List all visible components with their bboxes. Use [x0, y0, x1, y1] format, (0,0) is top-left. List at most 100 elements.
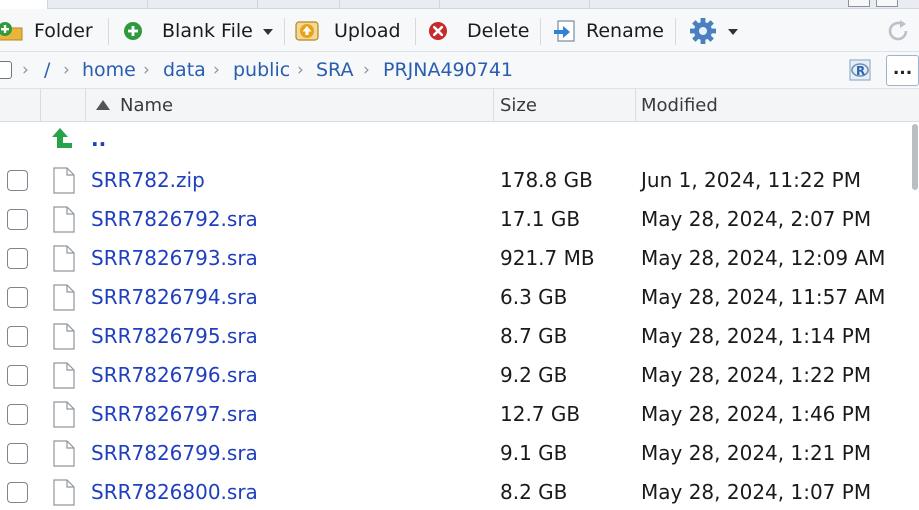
new-folder-label: Folder — [34, 19, 93, 42]
more-actions-button[interactable] — [688, 9, 738, 52]
breadcrumb-sra[interactable]: SRA — [316, 52, 354, 89]
delete-icon — [427, 20, 449, 42]
file-icon — [53, 284, 75, 311]
size-column-label: Size — [500, 95, 537, 116]
file-size: 8.2 GB — [500, 480, 568, 504]
upload-label: Upload — [334, 19, 401, 42]
size-column-header[interactable]: Size — [494, 89, 636, 122]
modified-column-label: Modified — [641, 95, 718, 116]
tab-help[interactable] — [258, 0, 340, 9]
row-checkbox[interactable] — [7, 482, 28, 503]
breadcrumb-data[interactable]: data — [163, 52, 206, 89]
file-modified: Jun 1, 2024, 11:22 PM — [641, 168, 861, 192]
file-name-link[interactable]: SRR7826796.sra — [91, 356, 258, 395]
vertical-scrollbar[interactable] — [912, 124, 918, 190]
refresh-icon — [884, 17, 912, 45]
tab-files[interactable] — [0, 0, 48, 9]
chevron-right-icon: › — [297, 60, 304, 80]
modified-column-header[interactable]: Modified — [636, 89, 919, 122]
new-blank-file-icon — [122, 20, 144, 42]
file-icon — [53, 167, 75, 194]
new-blank-file-label: Blank File — [162, 19, 253, 42]
chevron-down-icon — [262, 28, 273, 35]
refresh-button[interactable] — [884, 9, 912, 52]
file-name-link[interactable]: SRR7826795.sra — [91, 317, 258, 356]
name-column-header[interactable]: Name — [86, 89, 494, 122]
new-folder-icon — [0, 20, 26, 42]
row-checkbox[interactable] — [7, 365, 28, 386]
breadcrumb-root[interactable]: / — [44, 52, 50, 89]
new-blank-file-button[interactable]: Blank File — [122, 9, 273, 52]
file-name-link[interactable]: SRR7826799.sra — [91, 434, 258, 473]
row-checkbox[interactable] — [7, 443, 28, 464]
row-checkbox[interactable] — [7, 287, 28, 308]
r-project-icon: R — [846, 59, 874, 88]
toolbar-divider — [540, 18, 541, 45]
sort-ascending-icon — [96, 100, 110, 110]
go-to-directory-button[interactable] — [0, 61, 12, 79]
file-name-link[interactable]: SRR7826793.sra — [91, 239, 258, 278]
pane-tab-strip — [0, 0, 919, 9]
toolbar-divider — [108, 18, 109, 45]
icon-column — [41, 89, 86, 122]
file-modified: May 28, 2024, 1:46 PM — [641, 402, 872, 426]
table-row: SRR7826795.sra 8.7 GB May 28, 2024, 1:14… — [0, 317, 900, 356]
file-name-link[interactable]: SRR7826800.sra — [91, 473, 258, 510]
more-path-button[interactable]: ... — [886, 55, 919, 86]
file-name-link[interactable]: SRR782.zip — [91, 161, 205, 200]
file-icon — [53, 479, 75, 506]
file-size: 921.7 MB — [500, 246, 595, 270]
row-checkbox[interactable] — [7, 404, 28, 425]
table-row: SRR782.zip 178.8 GB Jun 1, 2024, 11:22 P… — [0, 161, 900, 200]
file-icon — [53, 323, 75, 350]
row-checkbox[interactable] — [7, 248, 28, 269]
row-checkbox[interactable] — [7, 326, 28, 347]
file-size: 8.7 GB — [500, 324, 568, 348]
file-modified: May 28, 2024, 1:21 PM — [641, 441, 872, 465]
file-table-header: Name Size Modified — [0, 89, 919, 122]
parent-directory-row[interactable]: .. — [0, 122, 900, 161]
row-checkbox[interactable] — [7, 209, 28, 230]
go-to-project-directory-button[interactable]: R — [846, 57, 874, 83]
table-row: SRR7826796.sra 9.2 GB May 28, 2024, 1:22… — [0, 356, 900, 395]
rename-icon — [552, 19, 578, 43]
delete-button[interactable]: Delete — [427, 9, 529, 52]
parent-directory-link[interactable]: .. — [91, 120, 106, 159]
file-name-link[interactable]: SRR7826797.sra — [91, 395, 258, 434]
file-size: 178.8 GB — [500, 168, 593, 192]
upload-icon — [294, 19, 320, 43]
file-list: .. SRR782.zip 178.8 GB Jun 1, 2024, 11:2… — [0, 122, 919, 510]
toolbar-divider — [675, 18, 676, 45]
chevron-right-icon: › — [363, 60, 370, 80]
maximize-pane-button[interactable] — [876, 0, 898, 7]
file-icon — [53, 440, 75, 467]
minimize-pane-button[interactable] — [848, 0, 870, 7]
rename-label: Rename — [586, 19, 664, 42]
rename-button[interactable]: Rename — [552, 9, 664, 52]
chevron-right-icon: › — [213, 60, 220, 80]
file-icon — [53, 401, 75, 428]
file-modified: May 28, 2024, 1:07 PM — [641, 480, 872, 504]
table-row: SRR7826793.sra 921.7 MB May 28, 2024, 12… — [0, 239, 900, 278]
new-folder-button[interactable]: Folder — [0, 9, 93, 52]
files-pane: Folder Blank File Upload Delete Rename ›… — [0, 0, 919, 510]
table-row: SRR7826797.sra 12.7 GB May 28, 2024, 1:4… — [0, 395, 900, 434]
breadcrumb-public[interactable]: public — [233, 52, 290, 89]
row-checkbox[interactable] — [7, 170, 28, 191]
table-row: SRR7826800.sra 8.2 GB May 28, 2024, 1:07… — [0, 473, 900, 510]
file-modified: May 28, 2024, 2:07 PM — [641, 207, 872, 231]
tab-viewer[interactable] — [340, 0, 440, 9]
toolbar-divider — [284, 18, 285, 45]
file-name-link[interactable]: SRR7826792.sra — [91, 200, 258, 239]
tab-packages[interactable] — [148, 0, 258, 9]
tab-plots[interactable] — [48, 0, 148, 9]
chevron-right-icon: › — [143, 60, 150, 80]
file-size: 12.7 GB — [500, 402, 581, 426]
file-modified: May 28, 2024, 11:57 AM — [641, 285, 886, 309]
breadcrumb-home[interactable]: home — [82, 52, 136, 89]
upload-button[interactable]: Upload — [294, 9, 401, 52]
file-name-link[interactable]: SRR7826794.sra — [91, 278, 258, 317]
breadcrumb-project[interactable]: PRJNA490741 — [383, 52, 513, 89]
tab-presentation[interactable] — [440, 0, 590, 9]
up-arrow-icon — [50, 126, 76, 152]
